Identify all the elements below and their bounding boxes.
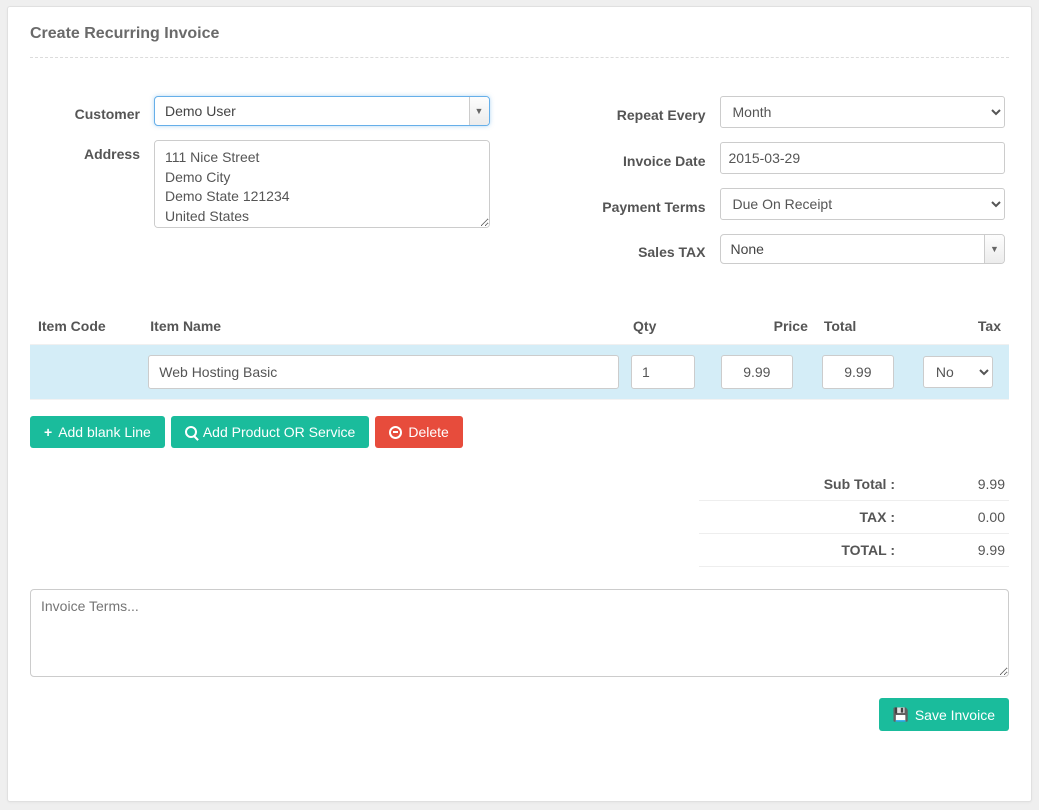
- add-product-label: Add Product OR Service: [203, 424, 356, 440]
- invoice-date-input[interactable]: [720, 142, 1006, 174]
- actions-row: Add blank Line Add Product OR Service De…: [30, 416, 1009, 448]
- tax-row: TAX : 0.00: [699, 501, 1009, 534]
- item-qty-input[interactable]: [631, 355, 695, 389]
- customer-value: Demo User: [165, 103, 469, 119]
- field-invoice-date: Invoice Date: [550, 142, 1006, 174]
- repeat-select[interactable]: Month: [720, 96, 1006, 128]
- item-tax-select[interactable]: No: [923, 356, 993, 388]
- address-label: Address: [34, 140, 154, 162]
- chevron-down-icon: ▼: [984, 235, 1004, 263]
- add-product-button[interactable]: Add Product OR Service: [171, 416, 370, 448]
- chevron-down-icon: ▼: [469, 97, 489, 125]
- th-tax: Tax: [917, 308, 1009, 345]
- save-icon: [893, 706, 909, 723]
- invoice-terms-textarea[interactable]: [30, 589, 1009, 677]
- items-table: Item Code Item Name Qty Price Total Tax …: [30, 308, 1009, 400]
- form-top: Customer Demo User ▼ Address 111 Nice St…: [30, 96, 1009, 278]
- total-value: 9.99: [925, 542, 1005, 558]
- customer-select[interactable]: Demo User ▼: [154, 96, 490, 126]
- col-right: Repeat Every Month Invoice Date Payment …: [550, 96, 1006, 278]
- divider: [30, 57, 1009, 58]
- sales-tax-label: Sales TAX: [550, 238, 720, 260]
- th-item-name: Item Name: [142, 308, 625, 345]
- save-row: Save Invoice: [30, 698, 1009, 731]
- address-textarea[interactable]: 111 Nice Street Demo City Demo State 121…: [154, 140, 490, 228]
- table-row: No: [30, 345, 1009, 400]
- payment-terms-select[interactable]: Due On Receipt: [720, 188, 1006, 220]
- th-item-code: Item Code: [30, 308, 142, 345]
- subtotal-label: Sub Total :: [703, 476, 925, 492]
- tax-total-label: TAX :: [703, 509, 925, 525]
- page-title: Create Recurring Invoice: [30, 25, 1009, 57]
- field-payment-terms: Payment Terms Due On Receipt: [550, 188, 1006, 220]
- item-price-input[interactable]: [721, 355, 793, 389]
- th-qty: Qty: [625, 308, 715, 345]
- save-label: Save Invoice: [915, 707, 995, 723]
- field-sales-tax: Sales TAX None ▼: [550, 234, 1006, 264]
- item-name-input[interactable]: [148, 355, 619, 389]
- customer-label: Customer: [34, 100, 154, 122]
- minus-circle-icon: [389, 426, 402, 439]
- item-total-input[interactable]: [822, 355, 894, 389]
- repeat-label: Repeat Every: [550, 101, 720, 123]
- tax-total-value: 0.00: [925, 509, 1005, 525]
- col-left: Customer Demo User ▼ Address 111 Nice St…: [34, 96, 490, 278]
- add-blank-line-button[interactable]: Add blank Line: [30, 416, 165, 448]
- delete-label: Delete: [408, 424, 448, 440]
- invoice-panel: Create Recurring Invoice Customer Demo U…: [7, 6, 1032, 802]
- field-address: Address 111 Nice Street Demo City Demo S…: [34, 140, 490, 231]
- save-invoice-button[interactable]: Save Invoice: [879, 698, 1009, 731]
- sales-tax-select[interactable]: None ▼: [720, 234, 1006, 264]
- plus-icon: [44, 424, 52, 440]
- th-total: Total: [816, 308, 917, 345]
- payment-terms-label: Payment Terms: [550, 193, 720, 215]
- th-price: Price: [715, 308, 816, 345]
- totals-box: Sub Total : 9.99 TAX : 0.00 TOTAL : 9.99: [699, 468, 1009, 567]
- add-blank-label: Add blank Line: [58, 424, 151, 440]
- delete-button[interactable]: Delete: [375, 416, 462, 448]
- field-customer: Customer Demo User ▼: [34, 96, 490, 126]
- invoice-date-label: Invoice Date: [550, 147, 720, 169]
- sales-tax-value: None: [731, 241, 985, 257]
- subtotal-row: Sub Total : 9.99: [699, 468, 1009, 501]
- total-row: TOTAL : 9.99: [699, 534, 1009, 567]
- search-icon: [185, 426, 197, 438]
- field-repeat: Repeat Every Month: [550, 96, 1006, 128]
- subtotal-value: 9.99: [925, 476, 1005, 492]
- total-label: TOTAL :: [703, 542, 925, 558]
